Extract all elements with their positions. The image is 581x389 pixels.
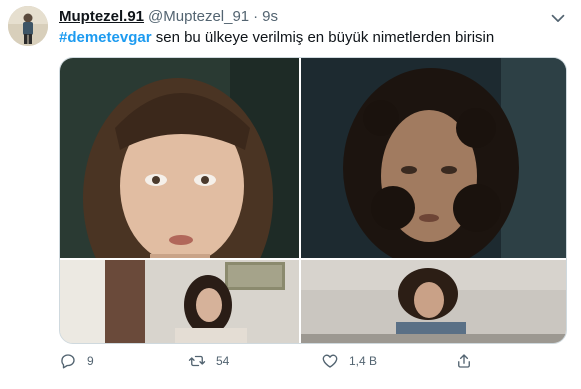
author-name[interactable]: Muptezel.91 bbox=[59, 8, 144, 25]
tweet-time[interactable]: 9s bbox=[262, 8, 278, 25]
like-button[interactable]: 1,4 B bbox=[321, 352, 377, 370]
share-icon bbox=[458, 354, 470, 368]
tweet-body: sen bu ülkeye verilmiş en büyük nimetler… bbox=[151, 29, 495, 46]
retweet-count: 54 bbox=[216, 354, 230, 368]
tweet-header: Muptezel.91 @Muptezel_91 · 9s bbox=[59, 8, 278, 25]
hashtag-link[interactable]: #demetevgar bbox=[59, 29, 152, 46]
more-icon bbox=[551, 14, 565, 22]
reply-button[interactable]: 9 bbox=[59, 352, 94, 370]
tweet-actions: 9 54 1,4 B bbox=[59, 352, 499, 376]
like-count: 1,4 B bbox=[349, 354, 378, 368]
media-image-1[interactable] bbox=[60, 58, 299, 258]
like-icon bbox=[322, 354, 338, 368]
reply-count: 9 bbox=[87, 354, 94, 368]
tweet: Muptezel.91 @Muptezel_91 · 9s #demetevga… bbox=[0, 0, 581, 389]
media-image-2[interactable] bbox=[301, 58, 566, 258]
separator-dot: · bbox=[253, 8, 259, 25]
retweet-icon bbox=[188, 355, 206, 367]
media-grid bbox=[59, 57, 567, 344]
share-button[interactable] bbox=[455, 352, 483, 370]
avatar[interactable] bbox=[8, 6, 48, 46]
media-image-3[interactable] bbox=[60, 260, 299, 343]
more-options-button[interactable] bbox=[547, 6, 569, 28]
reply-icon bbox=[61, 354, 75, 369]
retweet-button[interactable]: 54 bbox=[188, 352, 229, 370]
author-handle[interactable]: @Muptezel_91 bbox=[148, 8, 249, 25]
tweet-text: #demetevgar sen bu ülkeye verilmiş en bü… bbox=[59, 29, 494, 46]
media-image-4[interactable] bbox=[301, 260, 566, 343]
